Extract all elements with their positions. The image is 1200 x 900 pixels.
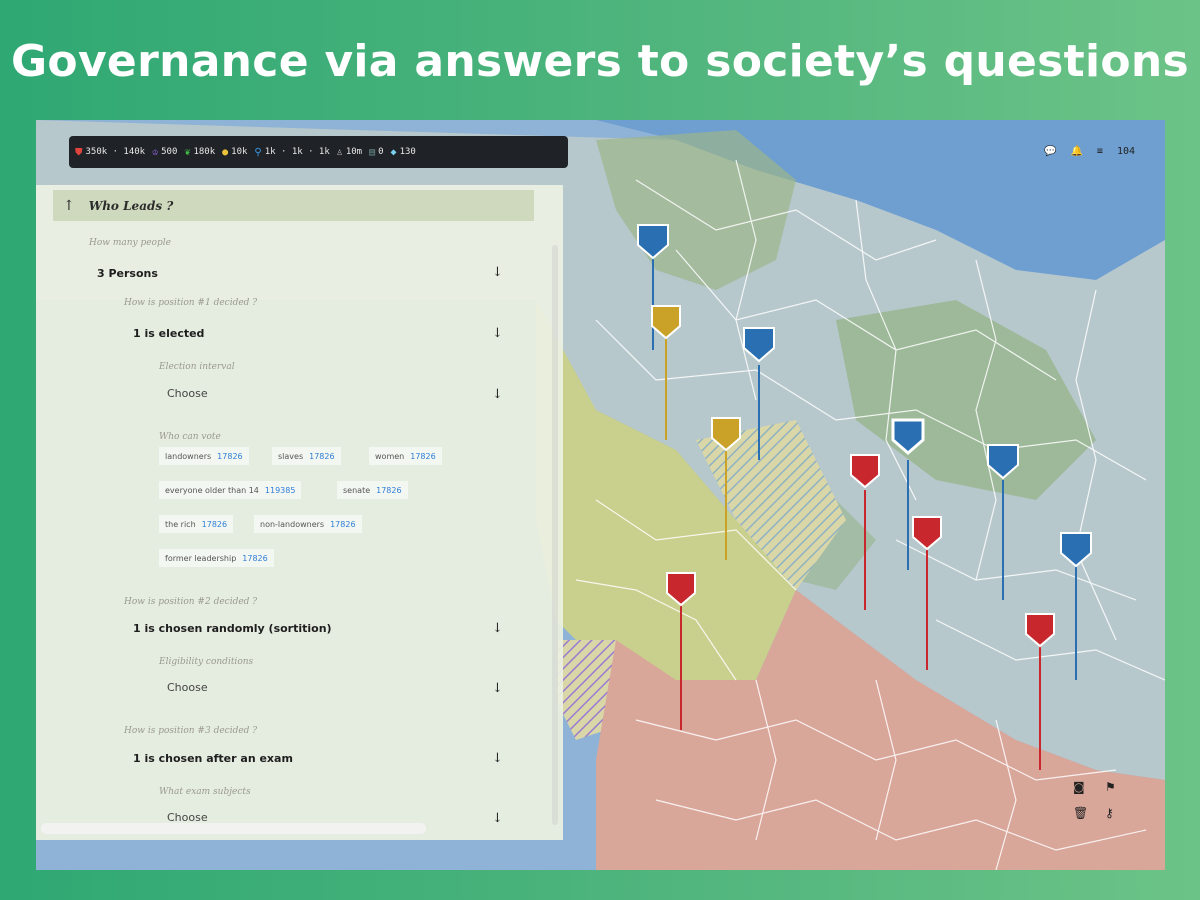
game-screen[interactable]: ⛊ 350k · 140k ♔ 500 ❦ 180k ● 10k ⚲ 1k · 1k · 1k ♙ 1… — [36, 120, 1165, 870]
position-3-question: How is position #3 decided ? — [124, 726, 258, 736]
dropdown-arrow-icon[interactable]: ↓ — [492, 811, 503, 826]
how-many-question: How many people — [89, 238, 171, 248]
resource-value: 180k — [193, 147, 216, 157]
resource-value: 1k · 1k · 1k — [264, 147, 330, 157]
voter-chip[interactable]: slaves 17826 — [272, 447, 341, 465]
top-right-controls: 💬 🔔 ≡ 104 — [1044, 146, 1135, 157]
person-icon: ♙ — [336, 146, 343, 158]
voter-label: everyone older than 14 — [165, 485, 259, 495]
dropdown-arrow-icon[interactable]: ↓ — [492, 751, 503, 766]
resource-value: 10k — [231, 147, 248, 157]
dropdown-arrow-icon[interactable]: ↓ — [492, 621, 503, 636]
resource-item[interactable]: ⚲ 1k · 1k · 1k — [254, 147, 329, 158]
resource-value: 0 — [378, 147, 384, 157]
panel-header[interactable]: ↑ Who Leads ? — [53, 190, 534, 221]
voter-chip[interactable]: women 17826 — [369, 447, 442, 465]
exam-subjects-question: What exam subjects — [159, 787, 251, 797]
dropdown-arrow-icon[interactable]: ↓ — [492, 387, 503, 402]
voter-count: 17826 — [309, 451, 335, 461]
voter-chip[interactable]: former leadership 17826 — [159, 549, 274, 567]
position-1-question: How is position #1 decided ? — [124, 298, 258, 308]
resource-item[interactable]: ⛊ 350k · 140k — [75, 147, 145, 158]
voter-label: former leadership — [165, 553, 237, 563]
resource-value: 500 — [161, 147, 178, 157]
resource-item[interactable]: ▤ 0 — [369, 147, 383, 158]
dropdown-arrow-icon[interactable]: ↓ — [492, 681, 503, 696]
resource-value: 350k · 140k — [85, 147, 146, 157]
position-2-answer[interactable]: 1 is chosen randomly (sortition) — [133, 622, 332, 635]
panel-title: Who Leads ? — [88, 198, 174, 213]
turn-counter: 104 — [1116, 146, 1135, 157]
resource-value: 10m — [345, 147, 363, 157]
voter-label: the rich — [165, 519, 196, 529]
voter-label: senate — [343, 485, 371, 495]
voter-count: 17826 — [330, 519, 356, 529]
voter-count: 17826 — [376, 485, 402, 495]
voter-count: 17826 — [410, 451, 436, 461]
voter-label: slaves — [278, 451, 304, 461]
voter-label: landowners — [165, 451, 212, 461]
leaf-icon: ❦ — [184, 146, 191, 158]
resource-bar: ⛊ 350k · 140k ♔ 500 ❦ 180k ● 10k ⚲ 1k · 1k · 1k ♙ 1… — [69, 136, 568, 168]
position-1-answer[interactable]: 1 is elected — [133, 327, 204, 340]
voter-chip[interactable]: landowners 17826 — [159, 447, 249, 465]
voter-count: 17826 — [201, 519, 228, 529]
panel-scrollbar[interactable] — [552, 245, 558, 825]
resource-item[interactable]: ❦ 180k — [184, 147, 215, 158]
position-3-answer[interactable]: 1 is chosen after an exam — [133, 752, 293, 765]
dropdown-arrow-icon[interactable]: ↓ — [492, 326, 503, 341]
pin-icon: ⚲ — [254, 146, 262, 158]
voter-count: 17826 — [242, 553, 268, 563]
trash-icon[interactable]: 🗑 — [1073, 806, 1095, 820]
coin-icon: ● — [222, 146, 229, 158]
election-interval-question: Election interval — [159, 362, 235, 372]
shield-icon: ⛊ — [75, 146, 83, 158]
camera-icon[interactable]: ◙ — [1073, 780, 1095, 794]
voter-count: 119385 — [264, 485, 296, 495]
headline: Governance via answers to society’s ques… — [11, 36, 1189, 87]
voter-chip[interactable]: non-landowners 17826 — [254, 515, 362, 533]
who-can-vote-question: Who can vote — [159, 432, 221, 442]
voter-count: 17826 — [217, 451, 243, 461]
resource-item[interactable]: ● 10k — [222, 147, 247, 158]
election-interval-select[interactable]: Choose — [167, 387, 208, 400]
voter-label: women — [375, 451, 405, 461]
bell-icon[interactable]: 🔔 — [1070, 146, 1082, 157]
voter-label: non-landowners — [260, 519, 325, 529]
eligibility-select[interactable]: Choose — [167, 681, 208, 694]
voter-chip[interactable]: the rich 17826 — [159, 515, 234, 533]
resource-item[interactable]: ♔ 500 — [152, 147, 177, 158]
horizontal-scrollbar[interactable] — [41, 823, 426, 834]
voter-chip[interactable]: senate 17826 — [337, 481, 408, 499]
voter-chip[interactable]: everyone older than 14 119385 — [159, 481, 302, 499]
key-icon[interactable]: ⚷ — [1105, 806, 1127, 820]
resource-value: 130 — [399, 147, 416, 157]
dropdown-arrow-icon[interactable]: ↓ — [492, 265, 503, 280]
governance-panel: ↑ Who Leads ? How many people 3 Persons … — [36, 185, 563, 840]
collapse-arrow-icon[interactable]: ↑ — [63, 198, 75, 214]
resource-item[interactable]: ◆ 130 — [391, 147, 416, 158]
flag-icon[interactable]: ⚑ — [1105, 780, 1127, 794]
book-icon: ▤ — [369, 146, 376, 158]
eligibility-question: Eligibility conditions — [159, 657, 254, 667]
bottom-right-controls: ◙ ⚑ 🗑 ⚷ — [1073, 780, 1127, 820]
resource-item[interactable]: ♙ 10m — [337, 147, 362, 158]
chat-icon[interactable]: 💬 — [1044, 146, 1056, 157]
menu-icon[interactable]: ≡ — [1097, 146, 1103, 157]
crown-icon: ♔ — [152, 146, 159, 158]
gem-icon: ◆ — [390, 146, 397, 158]
position-2-question: How is position #2 decided ? — [124, 597, 258, 607]
how-many-answer[interactable]: 3 Persons — [97, 267, 158, 280]
